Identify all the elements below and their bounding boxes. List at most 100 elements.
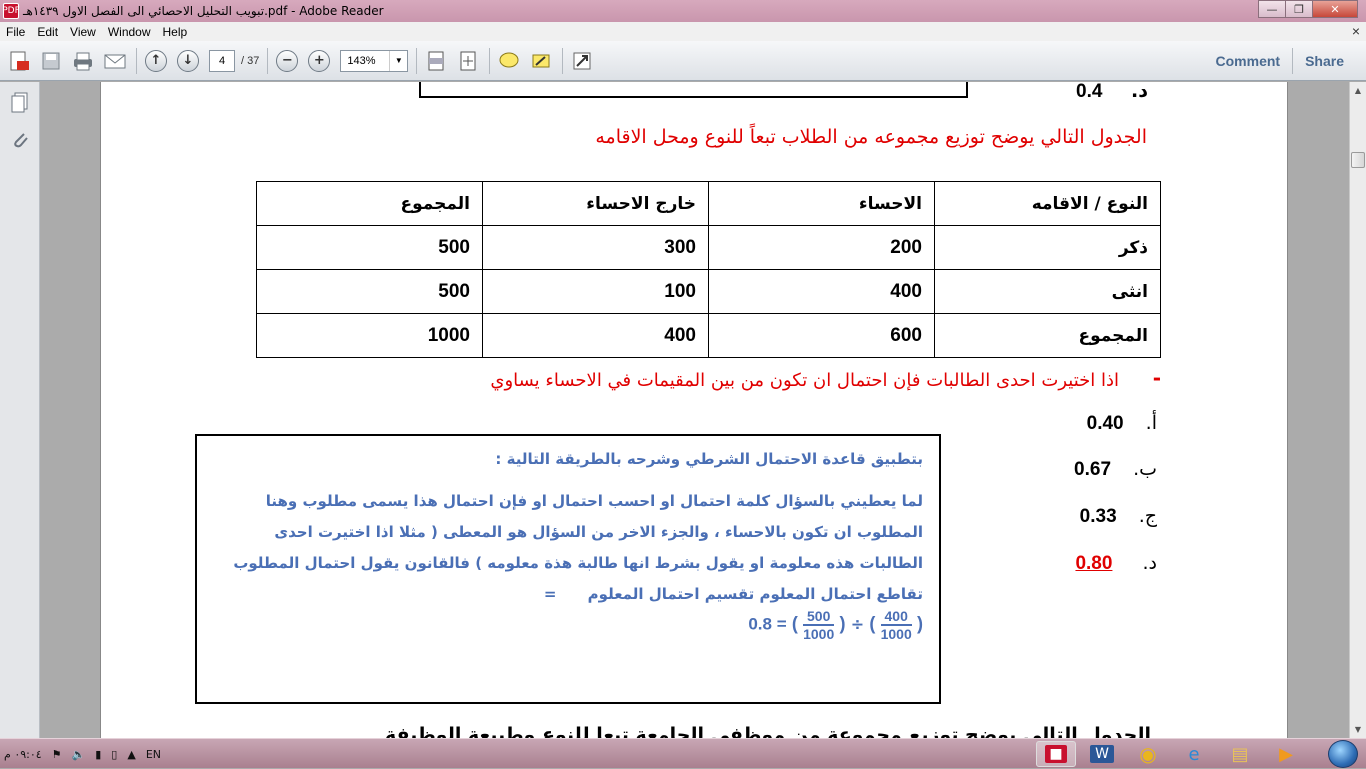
print-icon (74, 52, 92, 70)
create-pdf-button[interactable] (6, 48, 32, 74)
fit-page-button[interactable] (423, 48, 449, 74)
menu-window[interactable]: Window (102, 25, 157, 39)
start-button[interactable] (1328, 740, 1358, 768)
previous-page-button[interactable]: ↑ (143, 48, 169, 74)
option-d: د. 0.80 (1075, 552, 1157, 575)
option-letter: د. (1142, 552, 1157, 574)
title-bar: PDF تبويب التحليل الاحصائي الى الفصل الا… (0, 0, 1366, 22)
language-indicator[interactable]: EN (146, 748, 161, 761)
toolbar-separator (562, 47, 564, 74)
option-value: 0.67 (1074, 459, 1112, 480)
explanation-line: المطلوب ان تكون بالاحساء ، والجزء الاخر … (274, 523, 923, 541)
table-header-cell: المجموع (256, 181, 483, 226)
close-document-icon[interactable]: × (1352, 23, 1360, 39)
distribution-table: النوع / الاقامه الاحساء خارج الاحساء الم… (256, 181, 1161, 358)
adobe-reader-task-icon[interactable]: ■ (1036, 741, 1076, 767)
internet-explorer-task-icon[interactable]: e (1174, 741, 1214, 767)
fraction-numerator: 400 (880, 608, 912, 626)
adobe-reader-icon: PDF (2, 3, 20, 19)
action-center-flag-icon[interactable]: ⚑ (52, 748, 62, 761)
attachments-icon[interactable] (8, 128, 32, 152)
toolbar-separator (489, 47, 491, 74)
show-hidden-icons-icon[interactable]: ▲ (127, 748, 135, 761)
fit-width-icon (460, 51, 476, 70)
table-header-row: النوع / الاقامه الاحساء خارج الاحساء الم… (256, 181, 1161, 226)
word-task-icon[interactable]: W (1082, 741, 1122, 767)
question-text: اذا اختيرت احدى الطالبات فإن احتمال ان ت… (490, 370, 1119, 391)
volume-icon[interactable]: 🔈 (72, 748, 86, 761)
share-button[interactable]: Share (1293, 53, 1356, 69)
menu-edit[interactable]: Edit (31, 25, 64, 39)
arrow-down-icon: ↓ (177, 49, 199, 72)
option-a: أ. 0.40 (1087, 412, 1157, 435)
scroll-thumb[interactable] (1351, 152, 1365, 168)
scroll-down-icon[interactable]: ▼ (1350, 721, 1366, 738)
full-screen-button[interactable] (569, 48, 595, 74)
restore-button[interactable]: ❐ (1285, 0, 1313, 18)
fraction-numerator: 500 (803, 608, 835, 626)
scroll-up-icon[interactable]: ▲ (1350, 82, 1366, 99)
question-bullet: - (1152, 366, 1161, 390)
next-section-heading: الجدول التالي يوضح توزيع مجموعة من موظفي… (384, 724, 1151, 738)
document-view[interactable]: د. 0.4 الجدول التالي يوضح توزيع مجموعه م… (41, 82, 1349, 738)
media-player-task-icon[interactable]: ▶ (1266, 741, 1306, 767)
division-sign: ÷ (850, 614, 865, 634)
equals-sign: = (543, 585, 557, 603)
previous-option-value: 0.4 (1076, 82, 1103, 102)
pdf-page: د. 0.4 الجدول التالي يوضح توزيع مجموعه م… (100, 82, 1288, 738)
minimize-button[interactable]: — (1258, 0, 1286, 18)
table-cell: 600 (708, 313, 935, 358)
clock[interactable]: ٠٩:٠٤ م (4, 748, 42, 761)
network-signal-icon[interactable]: ▮ (95, 748, 101, 761)
sticky-note-icon (499, 52, 519, 67)
fraction-denominator: 1000 (880, 626, 912, 642)
print-button[interactable] (70, 48, 96, 74)
window-title: تبويب التحليل الاحصائي الى الفصل الاول ١… (23, 4, 384, 18)
file-explorer-task-icon[interactable]: ▤ (1220, 741, 1260, 767)
chrome-task-icon[interactable]: ◉ (1128, 741, 1168, 767)
highlight-button[interactable] (528, 48, 554, 74)
toolbar: ↑ ↓ 4 / 37 − + 143% ▼ Comment Share (0, 41, 1366, 81)
minus-icon: − (276, 49, 299, 72)
table-header-cell: خارج الاحساء (482, 181, 709, 226)
option-value: 0.33 (1079, 506, 1117, 527)
fraction-denominator: 1000 (803, 626, 835, 642)
taskbar-apps: ■ W ◉ e ▤ ▶ (1030, 741, 1306, 767)
battery-icon[interactable]: ▯ (111, 748, 117, 761)
explanation-line: الطالبات هذه معلومة او يقول بشرط انها طا… (233, 554, 923, 572)
email-button[interactable] (102, 48, 128, 74)
menu-file[interactable]: File (0, 25, 31, 39)
page-number-input[interactable]: 4 (209, 49, 235, 72)
toolbar-right: Comment Share (1204, 41, 1356, 81)
table-header-cell: النوع / الاقامه (934, 181, 1161, 226)
sticky-note-button[interactable] (496, 48, 522, 74)
menu-help[interactable]: Help (157, 25, 194, 39)
table-row: المجموع 600 400 1000 (256, 313, 1161, 358)
page-thumbnails-icon[interactable] (8, 90, 32, 114)
formula-result: 0.8 = (748, 614, 787, 634)
previous-option: د. 0.4 (1076, 82, 1148, 103)
next-page-button[interactable]: ↓ (175, 48, 201, 74)
comment-button[interactable]: Comment (1204, 53, 1293, 69)
zoom-select[interactable]: 143% ▼ (340, 49, 409, 72)
zoom-out-button[interactable]: − (274, 48, 300, 74)
chevron-down-icon: ▼ (389, 50, 407, 71)
option-letter: ج. (1138, 505, 1157, 527)
table-cell: 100 (482, 269, 709, 314)
previous-option-letter: د. (1131, 82, 1149, 102)
table-cell: 500 (256, 225, 483, 270)
toolbar-separator (136, 47, 137, 74)
option-letter: ب. (1133, 458, 1157, 480)
table-cell: ذكر (934, 225, 1161, 270)
zoom-in-button[interactable]: + (306, 48, 332, 74)
fit-width-button[interactable] (455, 48, 481, 74)
menu-view[interactable]: View (64, 25, 102, 39)
vertical-scrollbar[interactable]: ▲ ▼ (1349, 82, 1366, 738)
toolbar-separator (267, 47, 269, 74)
close-button[interactable]: ✕ (1312, 0, 1358, 18)
highlight-icon (532, 54, 550, 67)
toolbar-separator (416, 47, 418, 74)
navigation-pane (0, 82, 40, 738)
save-button[interactable] (38, 48, 64, 74)
correct-option-value: 0.80 (1075, 553, 1113, 574)
